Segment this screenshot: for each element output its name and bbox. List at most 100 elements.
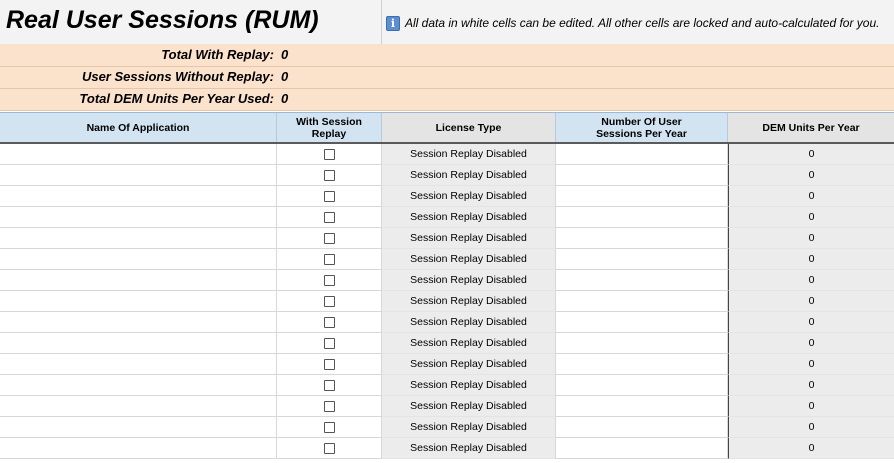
summary-row-total-dem-units: Total DEM Units Per Year Used: 0 (0, 88, 894, 111)
sessions-per-year-cell[interactable] (556, 291, 728, 312)
session-replay-cell (277, 396, 382, 417)
dem-units-cell: 0 (728, 312, 894, 333)
application-name-cell[interactable] (0, 186, 277, 207)
license-type-cell: Session Replay Disabled (382, 186, 556, 207)
sessions-per-year-cell[interactable] (556, 333, 728, 354)
table-row: Session Replay Disabled 0 (0, 249, 894, 270)
table-row: Session Replay Disabled 0 (0, 291, 894, 312)
session-replay-cell (277, 333, 382, 354)
license-type-cell: Session Replay Disabled (382, 249, 556, 270)
sessions-per-year-cell[interactable] (556, 270, 728, 291)
session-replay-cell (277, 270, 382, 291)
session-replay-checkbox[interactable] (323, 253, 335, 265)
dem-units-cell: 0 (728, 375, 894, 396)
table-row: Session Replay Disabled 0 (0, 375, 894, 396)
session-replay-cell (277, 438, 382, 459)
session-replay-checkbox[interactable] (323, 337, 335, 349)
application-name-cell[interactable] (0, 333, 277, 354)
dem-units-cell: 0 (728, 186, 894, 207)
column-header-with-session-replay: With Session Replay (277, 113, 382, 142)
dem-units-cell: 0 (728, 438, 894, 459)
table-row: Session Replay Disabled 0 (0, 207, 894, 228)
sessions-per-year-cell[interactable] (556, 249, 728, 270)
title-bar: Real User Sessions (RUM) i All data in w… (0, 0, 894, 45)
license-type-cell: Session Replay Disabled (382, 417, 556, 438)
session-replay-checkbox[interactable] (323, 421, 335, 433)
column-header-sessions-per-year: Number Of User Sessions Per Year (556, 113, 728, 142)
sessions-per-year-cell[interactable] (556, 396, 728, 417)
session-replay-checkbox[interactable] (323, 295, 335, 307)
summary-value: 0 (281, 47, 289, 62)
session-replay-checkbox[interactable] (323, 190, 335, 202)
application-name-cell[interactable] (0, 438, 277, 459)
session-replay-cell (277, 375, 382, 396)
cell-divider (381, 0, 382, 44)
license-type-cell: Session Replay Disabled (382, 165, 556, 186)
session-replay-cell (277, 354, 382, 375)
table-row: Session Replay Disabled 0 (0, 228, 894, 249)
table-row: Session Replay Disabled 0 (0, 354, 894, 375)
session-replay-cell (277, 312, 382, 333)
license-type-cell: Session Replay Disabled (382, 291, 556, 312)
application-name-cell[interactable] (0, 207, 277, 228)
application-name-cell[interactable] (0, 417, 277, 438)
session-replay-checkbox[interactable] (323, 274, 335, 286)
info-icon: i (386, 15, 400, 31)
application-name-cell[interactable] (0, 228, 277, 249)
sessions-per-year-cell[interactable] (556, 165, 728, 186)
session-replay-cell (277, 249, 382, 270)
summary-value: 0 (281, 91, 289, 106)
table-header: Name Of Application With Session Replay … (0, 112, 894, 144)
table-row: Session Replay Disabled 0 (0, 438, 894, 459)
session-replay-checkbox[interactable] (323, 169, 335, 181)
session-replay-checkbox[interactable] (323, 148, 335, 160)
sessions-per-year-cell[interactable] (556, 228, 728, 249)
application-name-cell[interactable] (0, 312, 277, 333)
dem-units-cell: 0 (728, 249, 894, 270)
info-text: All data in white cells can be edited. A… (405, 16, 880, 30)
session-replay-cell (277, 291, 382, 312)
license-type-cell: Session Replay Disabled (382, 438, 556, 459)
table-row: Session Replay Disabled 0 (0, 312, 894, 333)
sessions-per-year-cell[interactable] (556, 186, 728, 207)
session-replay-checkbox[interactable] (323, 358, 335, 370)
table-row: Session Replay Disabled 0 (0, 144, 894, 165)
dem-units-cell: 0 (728, 333, 894, 354)
summary-row-without-replay: User Sessions Without Replay: 0 (0, 66, 894, 89)
license-type-cell: Session Replay Disabled (382, 396, 556, 417)
application-name-cell[interactable] (0, 144, 277, 165)
sessions-per-year-cell[interactable] (556, 375, 728, 396)
license-type-cell: Session Replay Disabled (382, 207, 556, 228)
license-type-cell: Session Replay Disabled (382, 312, 556, 333)
dem-units-cell: 0 (728, 165, 894, 186)
application-name-cell[interactable] (0, 396, 277, 417)
sessions-per-year-cell[interactable] (556, 312, 728, 333)
application-name-cell[interactable] (0, 270, 277, 291)
application-name-cell[interactable] (0, 249, 277, 270)
license-type-cell: Session Replay Disabled (382, 270, 556, 291)
table-row: Session Replay Disabled 0 (0, 165, 894, 186)
session-replay-checkbox[interactable] (323, 400, 335, 412)
session-replay-checkbox[interactable] (323, 379, 335, 391)
dem-units-cell: 0 (728, 417, 894, 438)
session-replay-checkbox[interactable] (323, 442, 335, 454)
table-row: Session Replay Disabled 0 (0, 396, 894, 417)
summary-row-total-with-replay: Total With Replay: 0 (0, 44, 894, 67)
info-note: i All data in white cells can be edited.… (386, 14, 880, 32)
application-name-cell[interactable] (0, 375, 277, 396)
sessions-per-year-cell[interactable] (556, 417, 728, 438)
session-replay-checkbox[interactable] (323, 316, 335, 328)
application-name-cell[interactable] (0, 291, 277, 312)
session-replay-checkbox[interactable] (323, 232, 335, 244)
sessions-per-year-cell[interactable] (556, 144, 728, 165)
summary-value: 0 (281, 69, 289, 84)
sessions-per-year-cell[interactable] (556, 207, 728, 228)
table-row: Session Replay Disabled 0 (0, 333, 894, 354)
application-name-cell[interactable] (0, 165, 277, 186)
application-name-cell[interactable] (0, 354, 277, 375)
sessions-per-year-cell[interactable] (556, 438, 728, 459)
session-replay-checkbox[interactable] (323, 211, 335, 223)
table-row: Session Replay Disabled 0 (0, 417, 894, 438)
dem-units-cell: 0 (728, 354, 894, 375)
sessions-per-year-cell[interactable] (556, 354, 728, 375)
